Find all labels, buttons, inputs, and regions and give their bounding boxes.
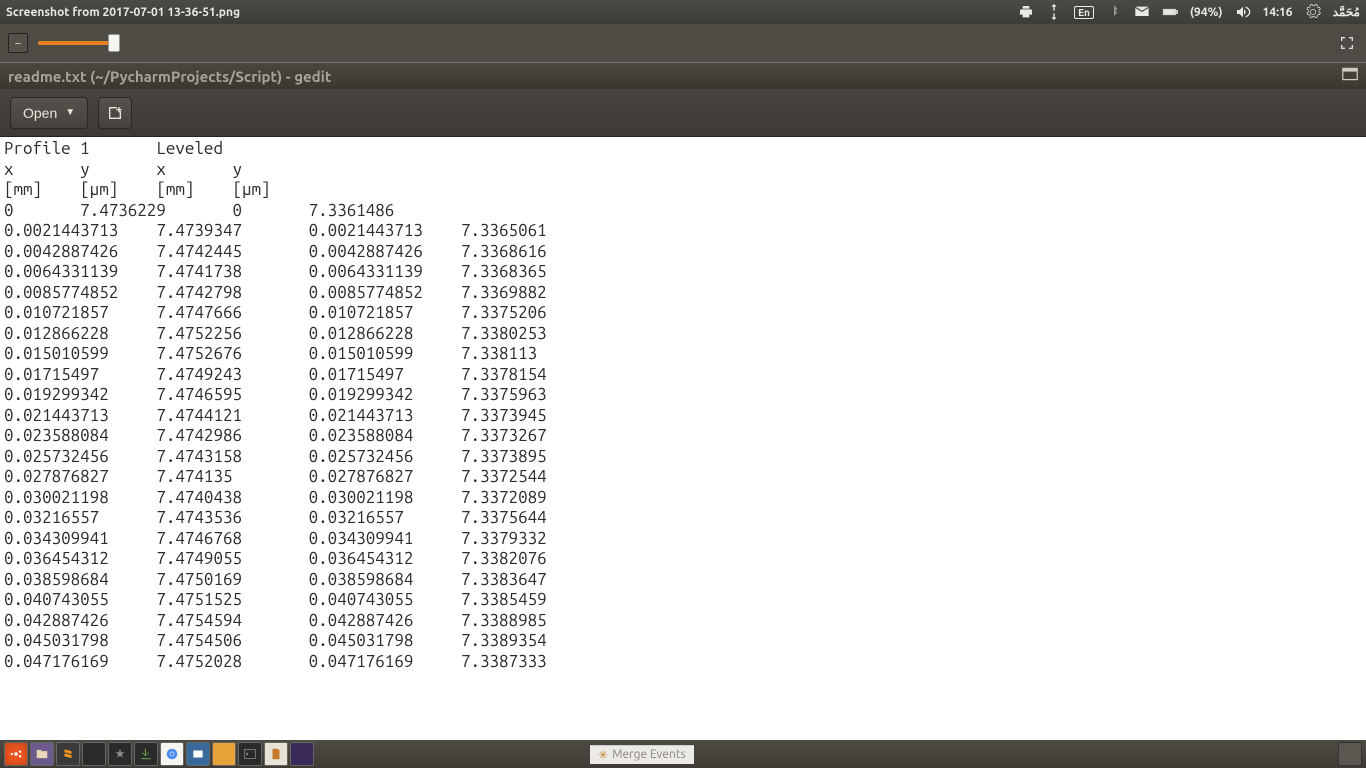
launcher-app-icon-3[interactable] [212,742,236,766]
window-title: Screenshot from 2017-07-01 13-36-51.png [6,6,240,19]
print-icon[interactable] [1018,4,1034,20]
battery-percent: (94%) [1190,6,1223,19]
battery-icon[interactable] [1162,4,1178,20]
launcher-sublime-icon[interactable] [56,742,80,766]
launcher-app-icon-1[interactable] [82,742,106,766]
launcher-doc-icon[interactable] [264,742,288,766]
launcher-chrome-icon[interactable] [160,742,184,766]
editor-text-area[interactable]: Profile 1 Leveled x y x y [mm] [µm] [mm]… [0,137,1366,741]
collapse-button[interactable]: − [8,33,28,53]
language-indicator[interactable]: En [1074,6,1094,19]
zoom-slider[interactable] [38,41,118,45]
merge-events-panel[interactable]: ✳ Merge Events [590,745,694,764]
launcher-app-icon-2[interactable] [108,742,132,766]
launcher-terminal-icon[interactable] [238,742,262,766]
fullscreen-button[interactable] [1336,32,1358,54]
open-button-label: Open [23,105,57,121]
launcher [0,740,318,768]
bluetooth-icon[interactable] [1106,4,1122,20]
image-viewer-toolbar: − [0,24,1366,62]
launcher-app-icon-4[interactable] [290,742,314,766]
clock-time[interactable]: 14:16 [1263,6,1293,19]
new-tab-button[interactable] [98,97,132,129]
merge-events-label: Merge Events [612,748,686,761]
headerbar-menu-icon[interactable] [1342,67,1358,85]
launcher-download-icon[interactable] [134,742,158,766]
gedit-window: readme.txt (~/PycharmProjects/Script) - … [0,62,1366,740]
username[interactable]: مُحَمَّد [1333,5,1360,20]
gedit-title-text: readme.txt (~/PycharmProjects/Script) - … [8,68,331,85]
network-icon[interactable] [1046,4,1062,20]
launcher-files-icon[interactable] [30,742,54,766]
settings-icon[interactable] [1305,4,1321,20]
bottom-panel: ✳ Merge Events [0,740,1366,768]
gedit-titlebar: readme.txt (~/PycharmProjects/Script) - … [0,63,1366,89]
chevron-down-icon: ▼ [65,107,75,118]
launcher-ubuntu-icon[interactable] [4,742,28,766]
expand-icon: ✳ [598,748,608,762]
tray-icon[interactable] [1338,742,1362,766]
mail-icon[interactable] [1134,4,1150,20]
ubuntu-top-panel: Screenshot from 2017-07-01 13-36-51.png … [0,0,1366,24]
open-button[interactable]: Open ▼ [10,97,88,129]
launcher-screenshot-icon[interactable] [186,742,210,766]
gedit-toolbar: Open ▼ [0,89,1366,137]
volume-icon[interactable] [1235,4,1251,20]
system-indicators: En (94%) 14:16 مُحَمَّد [1018,4,1360,20]
